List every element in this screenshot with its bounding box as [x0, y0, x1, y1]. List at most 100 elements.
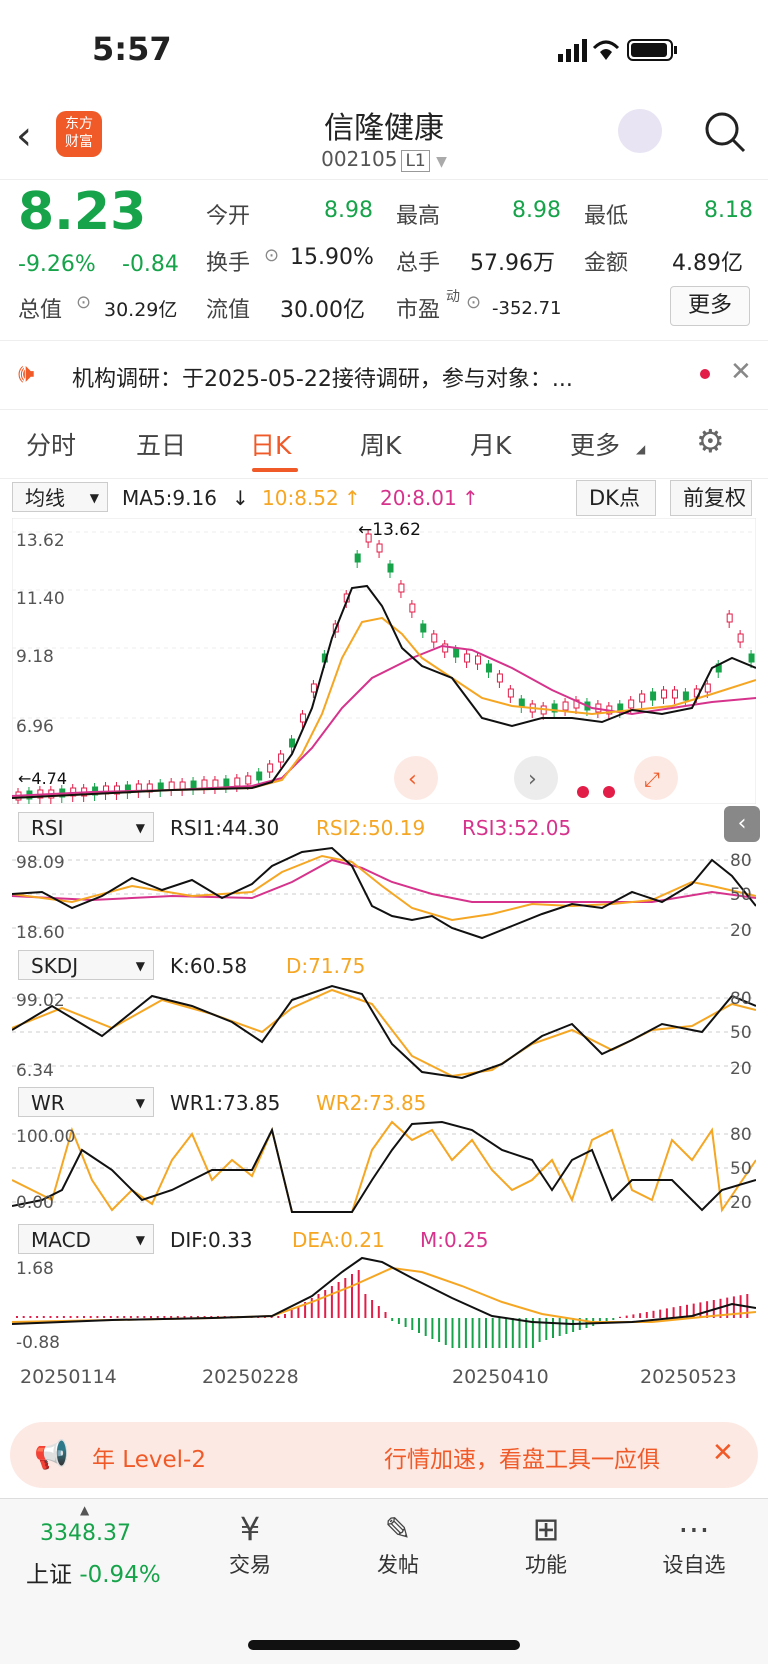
tab-monthly[interactable]: 月K [470, 426, 511, 462]
tab-weekly[interactable]: 周K [360, 426, 401, 462]
tab-intraday[interactable]: 分时 [26, 426, 76, 462]
mktcap-value: 30.29亿 [104, 299, 178, 321]
ma-select[interactable]: 均线 ▼ [12, 482, 108, 512]
megaphone-icon: 📢 [34, 1438, 69, 1471]
ma5-arrow: ↓ [232, 486, 249, 510]
kdj-k-value: K:60.58 [170, 954, 248, 978]
macd-bar [565, 1318, 568, 1334]
candle-body [354, 553, 361, 563]
more-button[interactable]: 更多 [670, 286, 750, 326]
candle-body [562, 701, 569, 711]
promo-left-text: 年 Level-2 [92, 1447, 206, 1473]
candle-body [409, 603, 416, 613]
macd-bar [625, 1315, 628, 1318]
nav-add-watchlist[interactable]: ⋯ 设自选 [634, 1509, 754, 1579]
macd-top: 1.68 [16, 1259, 54, 1279]
rsi-select[interactable]: RSI ▼ [18, 812, 154, 842]
candle-body [387, 563, 394, 573]
macd-bar [62, 1316, 65, 1318]
macd-bar [324, 1290, 327, 1318]
notice-bar[interactable]: 🕪 机构调研：于2025-05-22接待调研，参与对象：... ✕ [0, 340, 768, 410]
chevron-down-icon: ◢ [636, 442, 646, 456]
info-icon[interactable]: ⊙ [466, 292, 481, 313]
macd-bar [317, 1294, 320, 1318]
y-label-3: 9.18 [16, 647, 54, 667]
rsi-top: 98.09 [16, 853, 65, 873]
search-icon[interactable] [702, 109, 748, 155]
macd-bar [659, 1309, 662, 1318]
kdj-level-80: 80 [730, 989, 752, 1009]
wr-select[interactable]: WR ▼ [18, 1087, 154, 1117]
macd-bar [56, 1316, 59, 1318]
macd-bar [42, 1316, 45, 1318]
close-icon[interactable]: ✕ [712, 1438, 734, 1468]
macd-bar [364, 1294, 367, 1318]
stock-code-row[interactable]: 002105 L1 ▼ [0, 147, 768, 172]
nav-trade[interactable]: ¥ 交易 [190, 1509, 310, 1579]
y-label-4: 6.96 [16, 717, 54, 737]
status-icons [558, 39, 677, 62]
info-icon[interactable]: ⊙ [264, 245, 279, 266]
stock-code: 002105 [321, 147, 398, 171]
fq-button[interactable]: 前复权 [670, 480, 752, 516]
date-label-2: 20250228 [202, 1366, 299, 1388]
macd-bar [150, 1316, 152, 1318]
macd-bar [518, 1318, 521, 1348]
chevron-right-icon[interactable]: › [528, 767, 537, 792]
promo-banner[interactable]: 📢 年 Level-2 行情加速，看盘工具一应俱 ✕ [10, 1422, 758, 1488]
kline-chart[interactable]: 13.62 11.40 9.18 6.96 ←13.62 ←4.74 ‹ › ⤢ [12, 518, 756, 804]
expand-icon[interactable]: ⤢ [644, 767, 660, 791]
candle-body [398, 583, 405, 593]
rsi-level-80: 80 [730, 851, 752, 871]
kdj-select[interactable]: SKDJ ▼ [18, 950, 154, 980]
info-icon[interactable]: ⊙ [76, 292, 91, 313]
index-value[interactable]: 3348.37 [40, 1521, 131, 1546]
turnover-label: 换手 [206, 251, 251, 276]
chevron-left-icon[interactable]: ‹ [408, 767, 417, 792]
candle-body [475, 655, 482, 665]
macd-bar [665, 1308, 668, 1318]
wr-top: 100.00 [16, 1127, 75, 1147]
macd-histogram [16, 1270, 749, 1348]
wr1-value: WR1:73.85 [170, 1091, 281, 1115]
y-label-1: 13.62 [16, 531, 65, 551]
dk-button[interactable]: DK点 [576, 480, 656, 516]
candle-body [310, 683, 317, 693]
nav-post[interactable]: ✎ 发帖 [338, 1509, 458, 1579]
nav-functions[interactable]: ⊞ 功能 [486, 1509, 606, 1579]
macd-bar [619, 1316, 621, 1318]
gear-icon[interactable]: ⚙ [696, 422, 725, 460]
candle-body [671, 689, 678, 699]
rsi-bottom: 18.60 [16, 923, 65, 942]
home-indicator [248, 1640, 520, 1650]
candle-body [453, 648, 460, 658]
rsi1-value: RSI1:44.30 [170, 816, 280, 840]
tab-five-day[interactable]: 五日 [136, 426, 186, 462]
candle-body [278, 753, 285, 763]
ma20-arrow: ↑ [462, 486, 479, 510]
high-label: 最高 [396, 204, 441, 229]
dropdown-icon: ▼ [436, 154, 447, 170]
collapse-panel-icon[interactable]: ‹ [724, 806, 760, 842]
pe-value: -352.71 [492, 298, 562, 319]
kdj-top: 99.02 [16, 991, 65, 1011]
index-name: 上证 [26, 1562, 72, 1588]
kdj-level-50: 50 [730, 1023, 752, 1043]
macd-bar [612, 1318, 615, 1320]
turnover-value: 15.90% [290, 245, 374, 270]
wr-level-20: 20 [730, 1193, 752, 1213]
macd-bar [371, 1300, 374, 1318]
macd-bar [431, 1318, 434, 1339]
assistant-avatar-icon[interactable] [618, 109, 662, 153]
peak-annotation: ←13.62 [358, 520, 421, 540]
wr-level-50: 50 [730, 1159, 752, 1179]
macd-select[interactable]: MACD ▼ [18, 1224, 154, 1254]
close-icon[interactable]: ✕ [730, 357, 752, 387]
macd-bar [109, 1316, 112, 1318]
index-row[interactable]: 上证 -0.94% [26, 1555, 161, 1589]
macd-bar [545, 1318, 548, 1340]
candle-body [256, 771, 263, 781]
macd-bar [458, 1318, 461, 1348]
tab-daily[interactable]: 日K [250, 426, 291, 462]
tab-more[interactable]: 更多 [570, 426, 620, 462]
